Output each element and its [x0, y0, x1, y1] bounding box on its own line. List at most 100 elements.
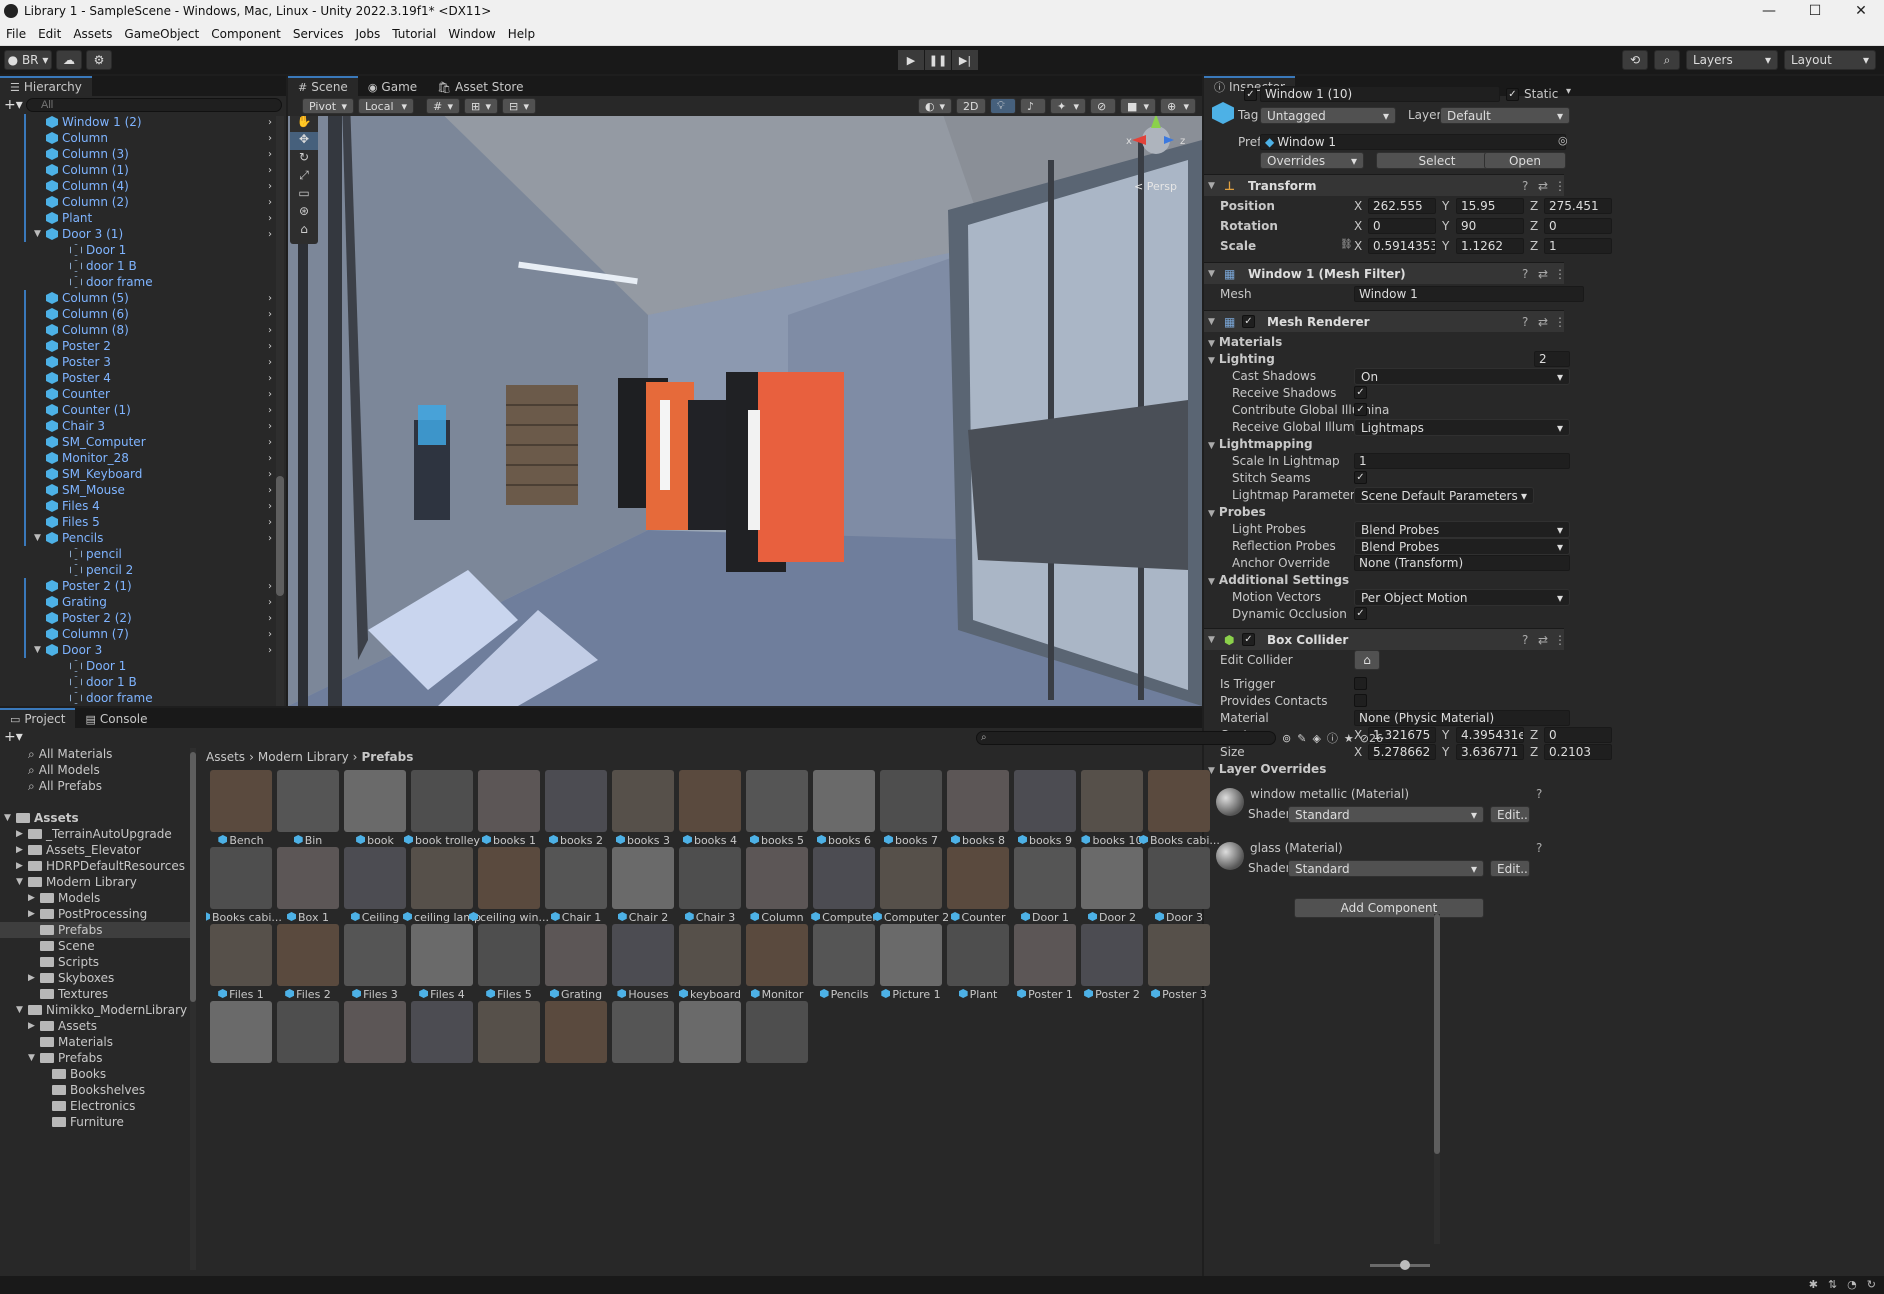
grid-plane-dropdown[interactable]: ⊟ ▾: [502, 98, 536, 114]
chevron-right-icon[interactable]: ›: [268, 213, 272, 224]
snap-increment-dropdown[interactable]: ⊞ ▾: [464, 98, 498, 114]
help-icon[interactable]: ?: [1522, 633, 1528, 647]
asset-thumbnail[interactable]: [813, 847, 875, 909]
size-z-field[interactable]: 0.2103: [1544, 744, 1612, 760]
help-icon[interactable]: ?: [1522, 267, 1528, 281]
target-icon[interactable]: ◎: [1558, 134, 1568, 147]
chevron-right-icon[interactable]: ›: [268, 373, 272, 384]
edit-shader-button[interactable]: Edit...: [1490, 806, 1530, 823]
asset-thumbnail[interactable]: [813, 924, 875, 986]
asset-thumbnail[interactable]: [411, 770, 473, 832]
foldout-icon[interactable]: ▼: [1208, 635, 1222, 645]
asset-thumbnail[interactable]: [1148, 924, 1210, 986]
foldout-icon[interactable]: ▼: [1208, 269, 1222, 279]
hierarchy-row[interactable]: Column (8) ›: [0, 322, 286, 338]
help-icon[interactable]: ?: [1536, 787, 1542, 801]
menu-item-component[interactable]: Component: [205, 27, 287, 41]
asset-thumbnail[interactable]: [478, 770, 540, 832]
folder-item[interactable]: ▶ Assets_Elevator: [0, 842, 196, 858]
scale-lightmap-field[interactable]: 1: [1354, 453, 1570, 469]
asset-label[interactable]: Books cabi...: [1139, 834, 1219, 847]
chevron-right-icon[interactable]: ›: [268, 629, 272, 640]
asset-thumbnail[interactable]: [746, 924, 808, 986]
center-y-field[interactable]: 4.395431e: [1456, 727, 1524, 743]
asset-thumbnail[interactable]: [612, 1001, 674, 1063]
help-icon[interactable]: ?: [1536, 841, 1542, 855]
asset-thumbnail[interactable]: [411, 924, 473, 986]
mesh-field[interactable]: Window 1: [1354, 286, 1584, 302]
chevron-right-icon[interactable]: ›: [268, 533, 272, 544]
folder-item[interactable]: Books: [0, 1066, 196, 1082]
open-button[interactable]: Open: [1484, 152, 1566, 169]
chevron-right-icon[interactable]: ›: [268, 341, 272, 352]
anchor-override-field[interactable]: None (Transform): [1354, 555, 1570, 571]
saved-search-item[interactable]: ⌕ All Materials: [0, 746, 196, 762]
static-checkbox[interactable]: ✓: [1506, 88, 1519, 101]
tab-project[interactable]: ▭ Project: [0, 708, 76, 728]
chevron-right-icon[interactable]: ›: [268, 517, 272, 528]
hierarchy-search-input[interactable]: [26, 98, 282, 112]
foldout-icon[interactable]: ▼: [1208, 317, 1222, 327]
folder-item[interactable]: Bookshelves: [0, 1082, 196, 1098]
asset-thumbnail[interactable]: [277, 924, 339, 986]
dynamic-occlusion-checkbox[interactable]: ✓: [1354, 607, 1367, 620]
preset-icon[interactable]: ⇄: [1538, 315, 1548, 329]
mesh-renderer-enabled-checkbox[interactable]: ✓: [1242, 315, 1255, 328]
expand-down-icon[interactable]: ▼: [34, 645, 46, 655]
prefab-field[interactable]: ◆ Window 1: [1260, 134, 1566, 150]
position-x-field[interactable]: 262.555: [1368, 198, 1436, 214]
tag-dropdown[interactable]: Untagged ▾: [1260, 107, 1396, 124]
help-icon[interactable]: ?: [1522, 315, 1528, 329]
preset-icon[interactable]: ⇄: [1538, 633, 1548, 647]
expand-right-icon[interactable]: ▶: [16, 845, 28, 855]
hierarchy-row[interactable]: Column (2) ›: [0, 194, 286, 210]
hierarchy-row[interactable]: Poster 4 ›: [0, 370, 286, 386]
hierarchy-row[interactable]: ▼ Door 3 (1) ›: [0, 226, 286, 242]
asset-thumbnail[interactable]: [344, 770, 406, 832]
asset-thumbnail[interactable]: [411, 1001, 473, 1063]
asset-search-field[interactable]: ⌕: [976, 731, 1276, 745]
asset-thumbnail[interactable]: [1014, 924, 1076, 986]
hierarchy-row[interactable]: ▼ Pencils ›: [0, 530, 286, 546]
menu-item-assets[interactable]: Assets: [67, 27, 118, 41]
layer-dropdown[interactable]: Default ▾: [1440, 107, 1570, 124]
is-trigger-checkbox[interactable]: [1354, 677, 1367, 690]
overrides-dropdown[interactable]: Overrides ▾: [1260, 152, 1364, 169]
sync-icon[interactable]: ↻: [1867, 1278, 1876, 1291]
project-tree-scrollbar[interactable]: [190, 748, 196, 1270]
motion-vectors-dropdown[interactable]: Per Object Motion ▾: [1354, 589, 1570, 606]
chevron-right-icon[interactable]: ›: [268, 421, 272, 432]
size-x-field[interactable]: 5.278662: [1368, 744, 1436, 760]
expand-right-icon[interactable]: ▶: [28, 1021, 40, 1031]
asset-thumbnail[interactable]: [478, 847, 540, 909]
breadcrumb-item[interactable]: Prefabs: [361, 750, 413, 764]
center-z-field[interactable]: 0: [1544, 727, 1612, 743]
asset-thumbnail[interactable]: [1014, 770, 1076, 832]
expand-down-icon[interactable]: ▼: [4, 813, 16, 823]
chevron-right-icon[interactable]: ›: [268, 581, 272, 592]
asset-thumbnail[interactable]: [344, 924, 406, 986]
menu-item-help[interactable]: Help: [502, 27, 541, 41]
hierarchy-row[interactable]: Grating ›: [0, 594, 286, 610]
tab-game[interactable]: ◉ Game: [357, 76, 428, 96]
info-circle-icon[interactable]: ⓘ: [1327, 730, 1338, 746]
expand-down-icon[interactable]: ▼: [16, 877, 28, 887]
chevron-right-icon[interactable]: ›: [268, 485, 272, 496]
asset-thumbnail[interactable]: [746, 847, 808, 909]
scale-link-icon[interactable]: ⛓: [1340, 239, 1353, 250]
hierarchy-row[interactable]: Window 1 (2) ›: [0, 114, 286, 130]
menu-item-gameobject[interactable]: GameObject: [118, 27, 205, 41]
chevron-right-icon[interactable]: ›: [268, 453, 272, 464]
transform-tool-icon[interactable]: ⊛: [290, 204, 318, 222]
asset-thumbnail[interactable]: [813, 770, 875, 832]
menu-item-tutorial[interactable]: Tutorial: [386, 27, 442, 41]
hierarchy-row[interactable]: door 1 B: [0, 674, 286, 690]
asset-thumbnail[interactable]: [947, 770, 1009, 832]
asset-thumbnail[interactable]: [612, 770, 674, 832]
size-y-field[interactable]: 3.636771: [1456, 744, 1524, 760]
chevron-right-icon[interactable]: ›: [268, 645, 272, 656]
saved-search-item[interactable]: ⌕ All Prefabs: [0, 778, 196, 794]
asset-thumbnail[interactable]: [210, 847, 272, 909]
local-dropdown[interactable]: Local ▾: [358, 98, 414, 114]
folder-item[interactable]: ▶ Assets: [0, 1018, 196, 1034]
